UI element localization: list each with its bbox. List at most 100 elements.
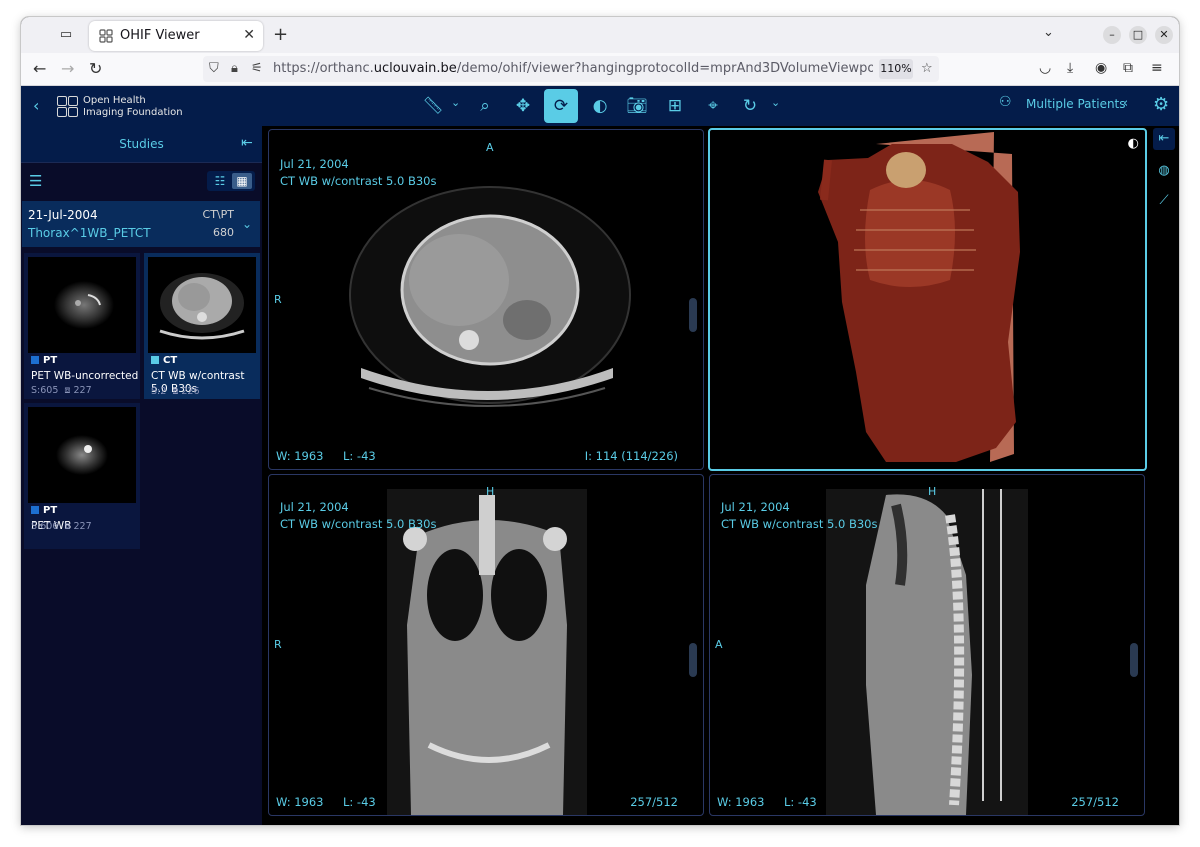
image-index-overlay: 257/512 — [630, 795, 678, 809]
expand-panel-icon[interactable]: ⇤ — [1153, 128, 1175, 150]
series-modality: PT — [31, 355, 57, 366]
series-description-overlay: CT WB w/contrast 5.0 B30s — [721, 517, 878, 531]
orientation-left: R — [274, 293, 282, 306]
browser-tab[interactable]: OHIF Viewer ✕ — [89, 21, 263, 51]
capture-camera-icon[interactable]: 📷︎ — [623, 92, 651, 120]
study-modalities: CT\PT — [202, 208, 234, 221]
image-index-overlay: I: 114 (114/226) — [584, 449, 678, 463]
segmentation-icon[interactable]: ◍ — [1153, 160, 1175, 182]
series-meta: S:2 ⧈ 226 — [151, 386, 200, 397]
measurements-icon[interactable]: ⟋ — [1153, 190, 1175, 212]
pan-icon[interactable]: ✥ — [509, 92, 537, 120]
window-level-overlay: L: -43 — [784, 795, 817, 809]
orientation-top: H — [928, 485, 937, 498]
ohif-app: ‹ Open Health Imaging Foundation 📏︎ ⌄ ⌕ ✥… — [21, 86, 1179, 825]
orientation-left: R — [274, 638, 282, 651]
viewport-scrollbar[interactable] — [689, 643, 697, 677]
close-tab-icon[interactable]: ✕ — [243, 27, 255, 43]
orientation-top: H — [486, 485, 495, 498]
browser-window: ▭ OHIF Viewer ✕ + ⌄ – □ ✕ ← → ↻ ⛉ 🔒︎ ⚟ h… — [21, 17, 1179, 825]
chevron-down-icon[interactable]: ⌄ — [242, 217, 252, 231]
minimize-icon[interactable]: – — [1103, 26, 1121, 44]
rotate-3d-icon[interactable]: ⟳ — [544, 89, 578, 123]
tab-bar: ▭ OHIF Viewer ✕ + ⌄ – □ ✕ — [21, 17, 1179, 53]
window-level-overlay: L: -43 — [343, 449, 376, 463]
studies-header: Studies ⇤ — [21, 126, 262, 163]
lock-icon[interactable]: 🔒︎ — [231, 61, 238, 76]
layout-grid-icon[interactable]: ⊞ — [661, 92, 689, 120]
window-width-overlay: W: 1963 — [276, 795, 324, 809]
new-tab-icon[interactable]: + — [273, 24, 288, 45]
series-thumbnail[interactable]: PT PET WB S:606 ⧈ 227 — [24, 403, 140, 549]
studies-tab[interactable]: Studies — [21, 137, 262, 151]
back-icon[interactable]: ← — [33, 59, 46, 78]
gear-icon[interactable]: ⚙ — [1153, 94, 1169, 115]
nav-bar: ← → ↻ ⛉ 🔒︎ ⚟ https://orthanc.uclouvain.b… — [21, 53, 1179, 86]
zoom-level[interactable]: 110% — [879, 59, 913, 79]
series-image — [148, 257, 256, 353]
orientation-top: A — [486, 141, 494, 154]
patients-label[interactable]: Multiple Patients — [1026, 97, 1126, 111]
maximize-icon[interactable]: □ — [1129, 26, 1147, 44]
window-width-overlay: W: 1963 — [717, 795, 765, 809]
collapse-panel-icon[interactable]: ⇤ — [241, 135, 253, 151]
extensions-icon[interactable]: ⧉ — [1123, 60, 1133, 76]
window-level-icon[interactable]: ◐ — [586, 92, 614, 120]
view-toggle: ☷ ▦ — [207, 171, 255, 191]
series-modality: CT — [151, 355, 177, 366]
series-thumbnail[interactable]: PT PET WB-uncorrected S:605 ⧈ 227 — [24, 253, 140, 399]
chevron-left-icon[interactable]: ‹ — [1123, 96, 1128, 111]
account-icon[interactable]: ◉ — [1095, 60, 1107, 76]
url-text[interactable]: https://orthanc.uclouvain.be/demo/ohif/v… — [273, 61, 873, 76]
series-image — [28, 407, 136, 503]
shield-icon[interactable]: ⛉ — [209, 61, 219, 76]
close-window-icon[interactable]: ✕ — [1155, 26, 1173, 44]
reload-icon[interactable]: ↻ — [89, 59, 102, 78]
viewport-sagittal[interactable]: Jul 21, 2004 CT WB w/contrast 5.0 B30s H… — [709, 474, 1145, 816]
series-modality: PT — [31, 505, 57, 516]
study-date-overlay: Jul 21, 2004 — [280, 500, 349, 514]
multiple-patients-icon: ⚇ — [999, 94, 1012, 110]
orientation-left: A — [715, 638, 723, 651]
study-date: 21-Jul-2004 — [28, 208, 98, 222]
crosshairs-icon[interactable]: ⌖ — [699, 92, 727, 120]
chevron-down-icon[interactable]: ⌄ — [771, 96, 780, 109]
right-toolbar: ⇤ ◍ ⟋ — [1147, 126, 1179, 825]
measurement-ruler-icon[interactable]: 📏︎ — [419, 92, 447, 120]
study-instance-count: 680 — [213, 226, 234, 239]
back-to-worklist-icon[interactable]: ‹ — [33, 96, 39, 115]
series-description-overlay: CT WB w/contrast 5.0 B30s — [280, 517, 437, 531]
window-level-icon[interactable]: ◐ — [1128, 136, 1139, 151]
download-icon[interactable]: ⤓ — [1067, 60, 1073, 76]
series-meta: S:606 ⧈ 227 — [31, 521, 92, 532]
url-bar[interactable]: ⛉ 🔒︎ ⚟ https://orthanc.uclouvain.be/demo… — [203, 56, 939, 82]
viewport-coronal[interactable]: Jul 21, 2004 CT WB w/contrast 5.0 B30s H… — [268, 474, 704, 816]
permissions-icon[interactable]: ⚟ — [251, 61, 263, 76]
study-item[interactable]: 21-Jul-2004 Thorax^1WB_PETCT CT\PT 680 ⌄ — [22, 201, 260, 247]
tab-list-icon[interactable]: ▭ — [57, 26, 75, 44]
bookmark-star-icon[interactable]: ☆ — [921, 61, 933, 76]
brand-name: Open Health Imaging Foundation — [83, 95, 183, 118]
app-header: ‹ Open Health Imaging Foundation 📏︎ ⌄ ⌕ ✥… — [21, 86, 1179, 126]
pocket-icon[interactable]: ◡ — [1039, 60, 1051, 76]
studies-panel: Studies ⇤ ☰ ☷ ▦ 21-Jul-2004 Thorax^1WB_P… — [21, 126, 262, 825]
series-thumbnail-selected[interactable]: CT CT WB w/contrast 5.0 B30s S:2 ⧈ 226 — [144, 253, 260, 399]
reset-view-icon[interactable]: ↻ — [736, 92, 764, 120]
viewport-scrollbar[interactable] — [1130, 643, 1138, 677]
viewport-3d-volume[interactable]: ◐ — [708, 128, 1147, 471]
zoom-icon[interactable]: ⌕ — [471, 92, 499, 120]
menu-icon[interactable]: ≡ — [1151, 60, 1163, 76]
forward-icon[interactable]: → — [61, 59, 74, 78]
series-name: PET WB-uncorrected — [31, 370, 139, 382]
viewport-scrollbar[interactable] — [689, 298, 697, 332]
chevron-down-icon[interactable]: ⌄ — [1043, 25, 1054, 40]
study-date-overlay: Jul 21, 2004 — [280, 157, 349, 171]
thumbnail-view-icon[interactable]: ▦ — [232, 173, 252, 189]
settings-sliders-icon[interactable]: ☰ — [29, 172, 42, 190]
series-image — [28, 257, 136, 353]
window-width-overlay: W: 1963 — [276, 449, 324, 463]
chevron-down-icon[interactable]: ⌄ — [451, 96, 460, 109]
viewport-axial[interactable]: Jul 21, 2004 CT WB w/contrast 5.0 B30s A… — [268, 129, 704, 470]
ohif-favicon-icon — [99, 29, 113, 43]
list-view-icon[interactable]: ☷ — [210, 173, 230, 189]
